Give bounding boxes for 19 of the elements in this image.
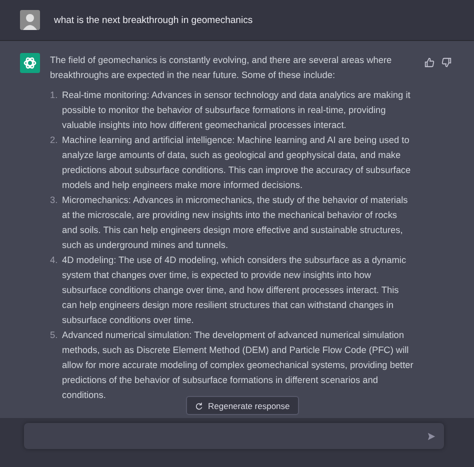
refresh-icon <box>195 402 203 410</box>
list-number: 2. <box>50 134 59 147</box>
list-number: 5. <box>50 329 59 342</box>
user-message: what is the next breakthrough in geomechanics <box>54 14 253 26</box>
list-item-text: Micromechanics: Advances in micromechanics, the study of the behavior of materials at the microscale, are providing new insights into the mechanical behavior of rocks and soils. This can help engineers design more effective and sustainable structures, such as underground mines and tunnels. <box>62 194 409 252</box>
thumbs-up-icon[interactable] <box>424 57 435 68</box>
assistant-logo-icon <box>20 53 40 73</box>
regenerate-button[interactable]: Regenerate response <box>186 396 299 415</box>
list-number: 4. <box>50 254 59 267</box>
response-paragraph: The field of geomechanics is constantly evolving, and there are several areas where breakthroughs are expected in the near future. Some of these include: <box>50 54 393 82</box>
send-icon[interactable] <box>427 432 436 440</box>
message-input-field[interactable] <box>24 423 444 449</box>
list-item-text: Real-time monitoring: Advances in sensor technology and data analytics are making it possible to monitor the behavior of subsurface formations in real-time, providing valuable insights into how different geomechanical processes interact. <box>62 89 412 132</box>
list-number: 1. <box>50 89 59 102</box>
list-number: 3. <box>50 194 59 207</box>
list-item-text: 4D modeling: The use of 4D modeling, which considers the subsurface as a dynamic system that changes over time, is expected to provide new insights into how subsurface conditions change over time, and how different processes interact. This can help engineers design more resilient structures that can withstand changes in subsurface conditions over time. <box>62 254 408 327</box>
list-item-text: Machine learning and artificial intelligence: Machine learning and AI are being used to analyze large amounts of data, such as geological and geophysical data, and make predictions about subsurface conditions. This can improve the accuracy of subsurface models and help engineers make more informed decisions. <box>62 134 412 192</box>
user-avatar-icon <box>20 10 40 30</box>
thumbs-down-icon[interactable] <box>441 57 452 68</box>
